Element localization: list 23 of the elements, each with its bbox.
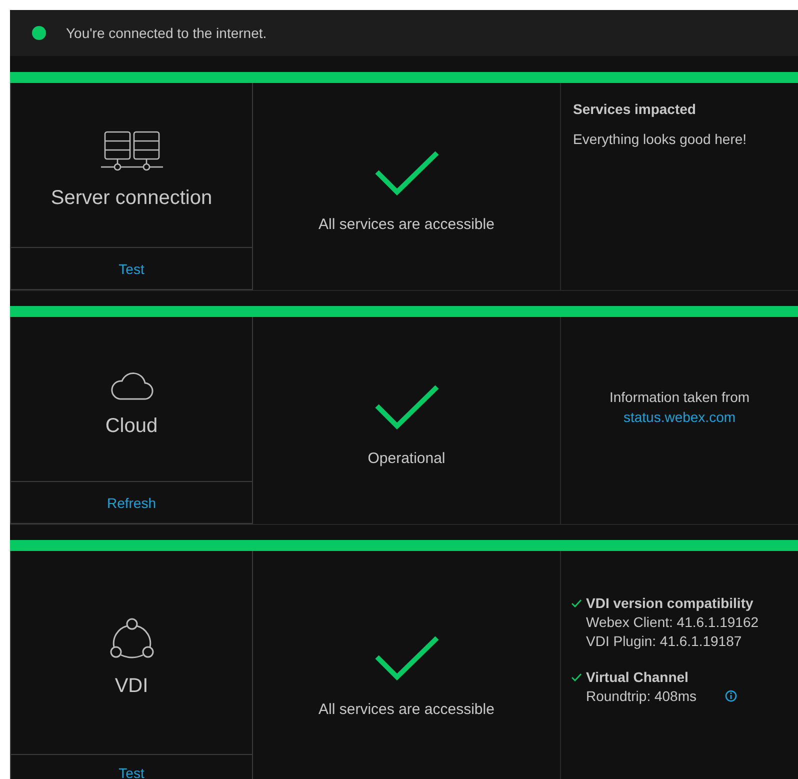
- service-name: VDI: [114, 675, 148, 698]
- check-title: VDI version compatibility: [586, 595, 754, 611]
- details-text: Everything looks good here!: [573, 131, 748, 147]
- check-title: Virtual Channel: [586, 669, 688, 685]
- info-icon[interactable]: [724, 690, 737, 702]
- service-name: Cloud: [105, 414, 158, 438]
- cloud-icon: [110, 370, 154, 400]
- result-text: Operational: [368, 450, 446, 467]
- servers-icon: [100, 130, 164, 172]
- details-title: Services impacted: [573, 101, 697, 117]
- network-nodes-icon: [108, 617, 156, 661]
- action-button[interactable]: Test: [11, 754, 252, 779]
- result-text: All services are accessible: [318, 700, 494, 718]
- service-name: Server connection: [50, 186, 212, 210]
- status-text: You're connected to the internet.: [66, 25, 267, 41]
- check-detail: Webex Client: 41.6.1.19162: [586, 614, 759, 630]
- action-button[interactable]: Refresh: [11, 481, 252, 523]
- action-button[interactable]: Test: [11, 247, 252, 289]
- status-link[interactable]: status.webex.com: [623, 408, 736, 424]
- check-detail: Roundtrip: 408ms: [586, 688, 697, 704]
- check-detail: VDI Plugin: 41.6.1.19187: [586, 633, 742, 649]
- result-text: All services are accessible: [318, 216, 494, 233]
- source-text: Information taken from: [609, 388, 750, 404]
